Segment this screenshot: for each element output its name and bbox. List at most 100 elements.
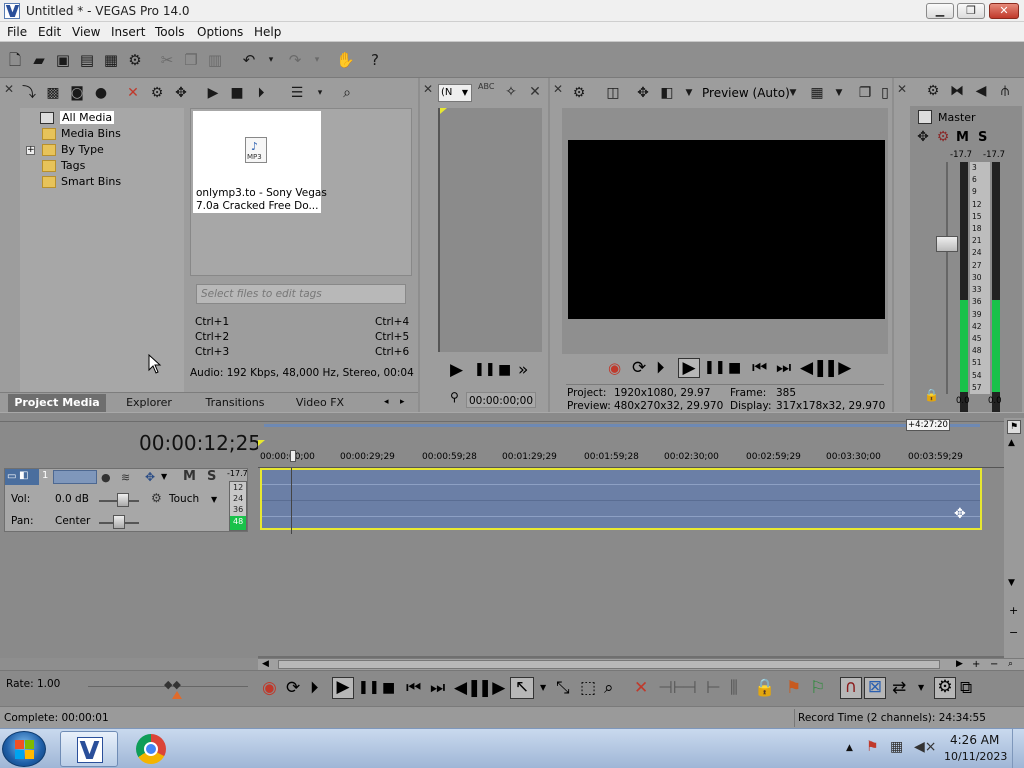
play-preview-icon[interactable]: ▶ (204, 84, 222, 102)
master-fader-handle[interactable] (936, 236, 958, 252)
overlays-dropdown-icon[interactable]: ▼ (830, 84, 848, 102)
tree-item-tags[interactable]: Tags (42, 158, 85, 174)
preview-record-icon[interactable]: ◉ (608, 359, 621, 377)
shortcut-key[interactable]: Ctrl+5 (375, 331, 409, 343)
split-screen-icon[interactable]: ◧ (658, 84, 676, 102)
snapping-icon[interactable]: ∩ (840, 677, 862, 699)
external-monitor-icon[interactable]: ◫ (604, 84, 622, 102)
redo-icon[interactable]: ↷ (286, 51, 304, 69)
scroll-up-icon[interactable]: ▲ (1008, 438, 1015, 448)
preview-stop-icon[interactable]: ■ (728, 359, 741, 377)
time-ruler[interactable]: 00:00:00;00 00:00:29;29 00:00:59;28 00:0… (258, 448, 1004, 468)
panel-close-icon[interactable]: ✕ (553, 82, 563, 96)
volume-slider-handle[interactable] (117, 493, 129, 507)
automation-mode[interactable]: Touch (169, 493, 199, 505)
get-media-icon[interactable]: ◙ (68, 84, 86, 102)
shortcut-key[interactable]: Ctrl+2 (195, 331, 229, 343)
playhead-handle[interactable] (290, 450, 296, 462)
search-icon[interactable]: ⌕ (338, 84, 356, 102)
zoom-out-horizontal-icon[interactable]: − (990, 659, 998, 670)
preview-pause-icon[interactable]: ❚❚ (704, 359, 726, 377)
hand-tool-icon[interactable]: ✋ (336, 51, 355, 69)
zoom-out-vertical-icon[interactable]: − (1009, 626, 1018, 639)
trimmer-view[interactable] (438, 108, 542, 352)
track-solo-button[interactable]: S (207, 469, 216, 484)
trimmer-stop-icon[interactable]: ■ (498, 361, 511, 379)
timeline-horizontal-scrollbar[interactable]: ◀ ▶ + − ⌕ (258, 658, 1024, 670)
selection-tool-icon[interactable]: ⬚ (580, 679, 596, 697)
trimmer-play-icon[interactable]: ▶ (450, 361, 463, 379)
automation-dropdown-icon[interactable]: ▼ (211, 495, 217, 504)
record-icon[interactable]: ◉ (262, 679, 277, 697)
tree-item-smart-bins[interactable]: Smart Bins (42, 174, 121, 190)
markers-flag-icon[interactable]: ⚑ (1007, 420, 1021, 434)
zoom-in-vertical-icon[interactable]: + (1009, 604, 1018, 617)
delete-icon[interactable]: ✕ (634, 679, 648, 697)
edit-tool-dropdown-icon[interactable]: ▼ (540, 683, 546, 692)
trim-start-icon[interactable]: ⊣ (682, 679, 697, 697)
tab-scroll-right-icon[interactable]: ▸ (400, 397, 405, 407)
redo-dropdown-icon[interactable]: ▾ (308, 51, 326, 69)
properties-gear-icon[interactable]: ⚙ (126, 51, 144, 69)
tab-video-fx[interactable]: Video FX (284, 394, 356, 412)
stop-icon[interactable]: ■ (382, 679, 395, 697)
tree-item-media-bins[interactable]: Media Bins (42, 126, 121, 142)
panel-close-icon[interactable]: ✕ (423, 82, 433, 96)
preview-go-to-end-icon[interactable]: ⏭ (776, 359, 791, 377)
ripple-dropdown-icon[interactable]: ▼ (918, 683, 924, 692)
ignore-grouping-icon[interactable]: ⧉ (960, 679, 972, 697)
cut-icon[interactable]: ✂ (158, 51, 176, 69)
insert-marker-icon[interactable]: ⚑ (786, 679, 801, 697)
panel-close-icon[interactable]: ✕ (4, 82, 14, 96)
master-channels-icon[interactable]: ⫛ (996, 82, 1014, 100)
auto-crossfade-icon[interactable]: ⊠ (864, 677, 886, 699)
menu-insert[interactable]: Insert (111, 25, 145, 39)
remove-media-icon[interactable]: ✕ (124, 84, 142, 102)
trimmer-pause-icon[interactable]: ❚❚ (474, 361, 496, 379)
import-media-icon[interactable]: ⤵ (20, 84, 38, 102)
copy-snapshot-icon[interactable]: ❐ (856, 84, 874, 102)
preview-play-from-start-icon[interactable]: ⏵ (656, 359, 665, 377)
preview-quality-arrow-icon[interactable]: ▼ (784, 84, 802, 102)
menu-file[interactable]: File (7, 25, 27, 39)
whats-this-help-icon[interactable]: ? (366, 51, 384, 69)
capture-video-icon[interactable]: ▩ (44, 84, 62, 102)
show-desktop-button[interactable] (1012, 729, 1024, 768)
pause-icon[interactable]: ❚❚ (358, 679, 380, 697)
timeline-vertical-scrollbar[interactable]: ⚑ ▲ ▼ + − (1004, 418, 1024, 658)
split-dropdown-icon[interactable]: ▼ (680, 84, 698, 102)
new-file-icon[interactable]: 🗋 (6, 51, 24, 69)
normal-edit-tool-icon[interactable]: ↖ (510, 677, 534, 699)
master-properties-icon[interactable]: ⚙ (924, 82, 942, 100)
trim-end-icon[interactable]: ⊢ (706, 679, 721, 697)
media-fx-icon[interactable]: ⚙ (148, 84, 166, 102)
open-folder-icon[interactable]: ▰ (30, 51, 48, 69)
tab-explorer[interactable]: Explorer (112, 394, 186, 412)
master-solo-button[interactable]: S (978, 130, 987, 145)
lock-envelopes-icon[interactable]: ⚙ (934, 677, 956, 699)
tab-project-media[interactable]: Project Media (8, 394, 106, 412)
paste-icon[interactable]: ▥ (206, 51, 224, 69)
minimize-button[interactable]: ▁ (926, 3, 954, 19)
video-preview-screen[interactable] (568, 140, 885, 319)
master-downmix-icon[interactable]: ⧓ (948, 82, 966, 100)
master-lock-icon[interactable]: 🔒 (924, 388, 939, 402)
zoom-tool-icon[interactable]: ⌕ (1008, 659, 1013, 669)
preview-play-icon[interactable]: ▶ (678, 358, 700, 378)
views-icon[interactable]: ☰ (288, 84, 306, 102)
save-as-icon[interactable]: ▤ (78, 51, 96, 69)
window-splitter[interactable] (0, 412, 1024, 422)
insert-region-icon[interactable]: ⚐ (810, 679, 825, 697)
trimmer-pin-icon[interactable]: ⚲ (450, 390, 459, 404)
go-to-start-icon[interactable]: ⏮ (406, 679, 421, 697)
track-motion-icon[interactable]: ✥ (145, 470, 155, 484)
taskbar-vegas-button[interactable] (60, 731, 118, 767)
scroll-left-icon[interactable]: ◀ (262, 659, 269, 669)
menu-tools[interactable]: Tools (155, 25, 185, 39)
play-icon[interactable]: ▶ (332, 677, 354, 699)
shortcut-key[interactable]: Ctrl+6 (375, 346, 409, 358)
master-fx-icon[interactable]: ⚙ (934, 128, 952, 146)
scroll-right-icon[interactable]: ▶ (956, 659, 963, 669)
tab-scroll-left-icon[interactable]: ◂ (384, 397, 389, 407)
trimmer-tool-icon[interactable]: ✧ (502, 83, 520, 101)
